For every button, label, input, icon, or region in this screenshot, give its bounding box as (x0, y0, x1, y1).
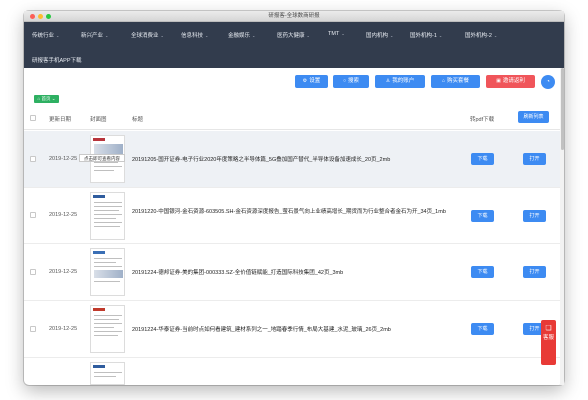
row-checkbox[interactable] (30, 326, 36, 332)
report-cover-thumbnail[interactable] (90, 305, 125, 353)
row-date: 2019-12-25 (49, 212, 78, 218)
chevron-down-icon: ⌄ (252, 33, 256, 38)
header-title: 标题 (132, 117, 144, 123)
header-cover: 封面图 (90, 117, 107, 123)
top-nav: 传统行业 ⌄ 新兴产业 ⌄ 全球消费业 ⌄ 信息科技 ⌄ 金融娱乐 ⌄ 医药大健康 ⌄ TM… (24, 22, 564, 68)
my-account-button[interactable]: ♙ 我的账户 (375, 75, 425, 88)
search-button[interactable]: ○ 搜索 (333, 75, 369, 88)
breadcrumb-home[interactable]: ⌂ 首页 ⌄ (34, 95, 59, 103)
nav-item-traditional[interactable]: 传统行业 ⌄ (32, 31, 59, 39)
gift-icon: ▣ (496, 78, 501, 84)
nav-item-emerging[interactable]: 新兴产业 ⌄ (81, 31, 108, 39)
table-row: 2019-12-25 20191224-华泰证券-当前时点如何看建筑_建材系列之… (24, 301, 564, 358)
table-row (24, 358, 564, 385)
vertical-scrollbar[interactable] (560, 68, 564, 385)
cover-tooltip: 点击即可查看内容 (79, 154, 125, 162)
gear-icon: ⚙ (302, 78, 308, 84)
open-button[interactable]: 打开 (523, 266, 546, 278)
report-cover-thumbnail[interactable] (90, 362, 125, 385)
chevron-down-icon: ⌄ (306, 33, 310, 38)
minimize-window-button[interactable] (38, 14, 43, 19)
nav-item-infotech[interactable]: 信息科技 ⌄ (181, 31, 208, 39)
close-window-button[interactable] (30, 14, 35, 19)
lock-icon: ⌂ (441, 78, 445, 84)
download-button[interactable]: 下载 (471, 153, 494, 165)
chevron-down-icon: ⌄ (438, 33, 443, 38)
row-date: 2019-12-25 (49, 269, 78, 275)
row-date: 2019-12-25 (49, 326, 78, 332)
row-checkbox[interactable] (30, 269, 36, 275)
invite-rebate-button[interactable]: ▣ 邀请返利 (486, 75, 535, 88)
open-button[interactable]: 打开 (523, 210, 546, 222)
chevron-down-icon: ⌄ (105, 33, 109, 38)
chevron-down-icon: ⌄ (205, 33, 209, 38)
table-row: 2019-12-25 20191224-德邦证券-美的集团-000333.SZ-… (24, 244, 564, 301)
header-pdf-download: 转pdf下载 (470, 117, 495, 123)
nav-item-finance[interactable]: 金融娱乐 ⌄ (228, 31, 255, 39)
buy-package-button[interactable]: ⌂ 购买套餐 (431, 75, 480, 88)
row-date: 2019-12-25 (49, 156, 78, 162)
user-icon: ♙ (385, 78, 391, 84)
chevron-down-icon: ⌄ (51, 96, 56, 101)
app-download-link[interactable]: 研报客手机APP下载 (32, 56, 82, 64)
refresh-list-button[interactable]: 刷新列表 (518, 111, 549, 123)
download-button[interactable]: 下载 (471, 323, 494, 335)
report-title-link[interactable]: 20191205-国开证券-电子行业2020年度策略之半导体篇_5G叠加国产替代… (132, 156, 477, 164)
window-title: 研报客-全球数商研报 (268, 13, 320, 19)
row-checkbox[interactable] (30, 212, 36, 218)
notification-bell-button[interactable]: ◔ (541, 75, 555, 89)
report-title-link[interactable]: 20191224-华泰证券-当前时点如何看建筑_建材系列之一_地踏春季行情_布局… (132, 326, 477, 334)
report-cover-thumbnail[interactable] (90, 192, 125, 240)
open-button[interactable]: 打开 (523, 153, 546, 165)
nav-item-domestic[interactable]: 国内机构 ⌄ (366, 31, 393, 39)
scrollbar-thumb[interactable] (560, 68, 564, 150)
report-title-link[interactable]: 20191224-德邦证券-美的集团-000333.SZ-全价值链赋能_打造国际… (132, 269, 477, 277)
window-controls (30, 14, 51, 19)
chevron-down-icon: ⌄ (160, 33, 164, 38)
nav-item-consumer[interactable]: 全球消费业 ⌄ (131, 31, 164, 39)
search-icon: ○ (342, 78, 346, 84)
chevron-down-icon: ⌄ (493, 33, 498, 38)
window-titlebar: 研报客-全球数商研报 (24, 11, 564, 22)
download-button[interactable]: 下载 (471, 210, 494, 222)
chevron-down-icon: ⌄ (56, 33, 60, 38)
bell-icon: ◔ (546, 79, 550, 85)
customer-service-button[interactable]: ❏ 客服 (541, 320, 556, 365)
settings-button[interactable]: ⚙ 设置 (295, 75, 328, 88)
report-title-link[interactable]: 20191220-中国银河-金石资源-603505.SH-金石资源深度报告_萤石… (132, 208, 477, 216)
table-row: 2019-12-25 点击即可查看内容 20191205-国开证券-电子行业20… (24, 131, 564, 188)
nav-item-tmt[interactable]: TMT ⌄ (328, 31, 345, 37)
chevron-down-icon: ⌄ (341, 31, 345, 36)
chat-icon: ❏ (545, 325, 552, 332)
report-cover-thumbnail[interactable] (90, 248, 125, 296)
header-date: 更新日期 (49, 117, 72, 123)
select-all-checkbox[interactable] (30, 115, 36, 121)
nav-item-health[interactable]: 医药大健康 ⌄ (277, 31, 310, 39)
chevron-down-icon: ⌄ (390, 33, 394, 38)
zoom-window-button[interactable] (46, 14, 51, 19)
home-icon: ⌂ (37, 96, 41, 101)
nav-item-foreign-1[interactable]: 国外机构-1 ⌄ (410, 31, 442, 39)
download-button[interactable]: 下载 (471, 266, 494, 278)
table-header: 更新日期 封面图 标题 转pdf下载 刷新列表 (24, 106, 564, 130)
table-row: 2019-12-25 20191220-中国银河-金石资源-603505.SH-… (24, 188, 564, 244)
row-checkbox[interactable] (30, 156, 36, 162)
nav-item-foreign-2[interactable]: 国外机构-2 ⌄ (465, 31, 497, 39)
